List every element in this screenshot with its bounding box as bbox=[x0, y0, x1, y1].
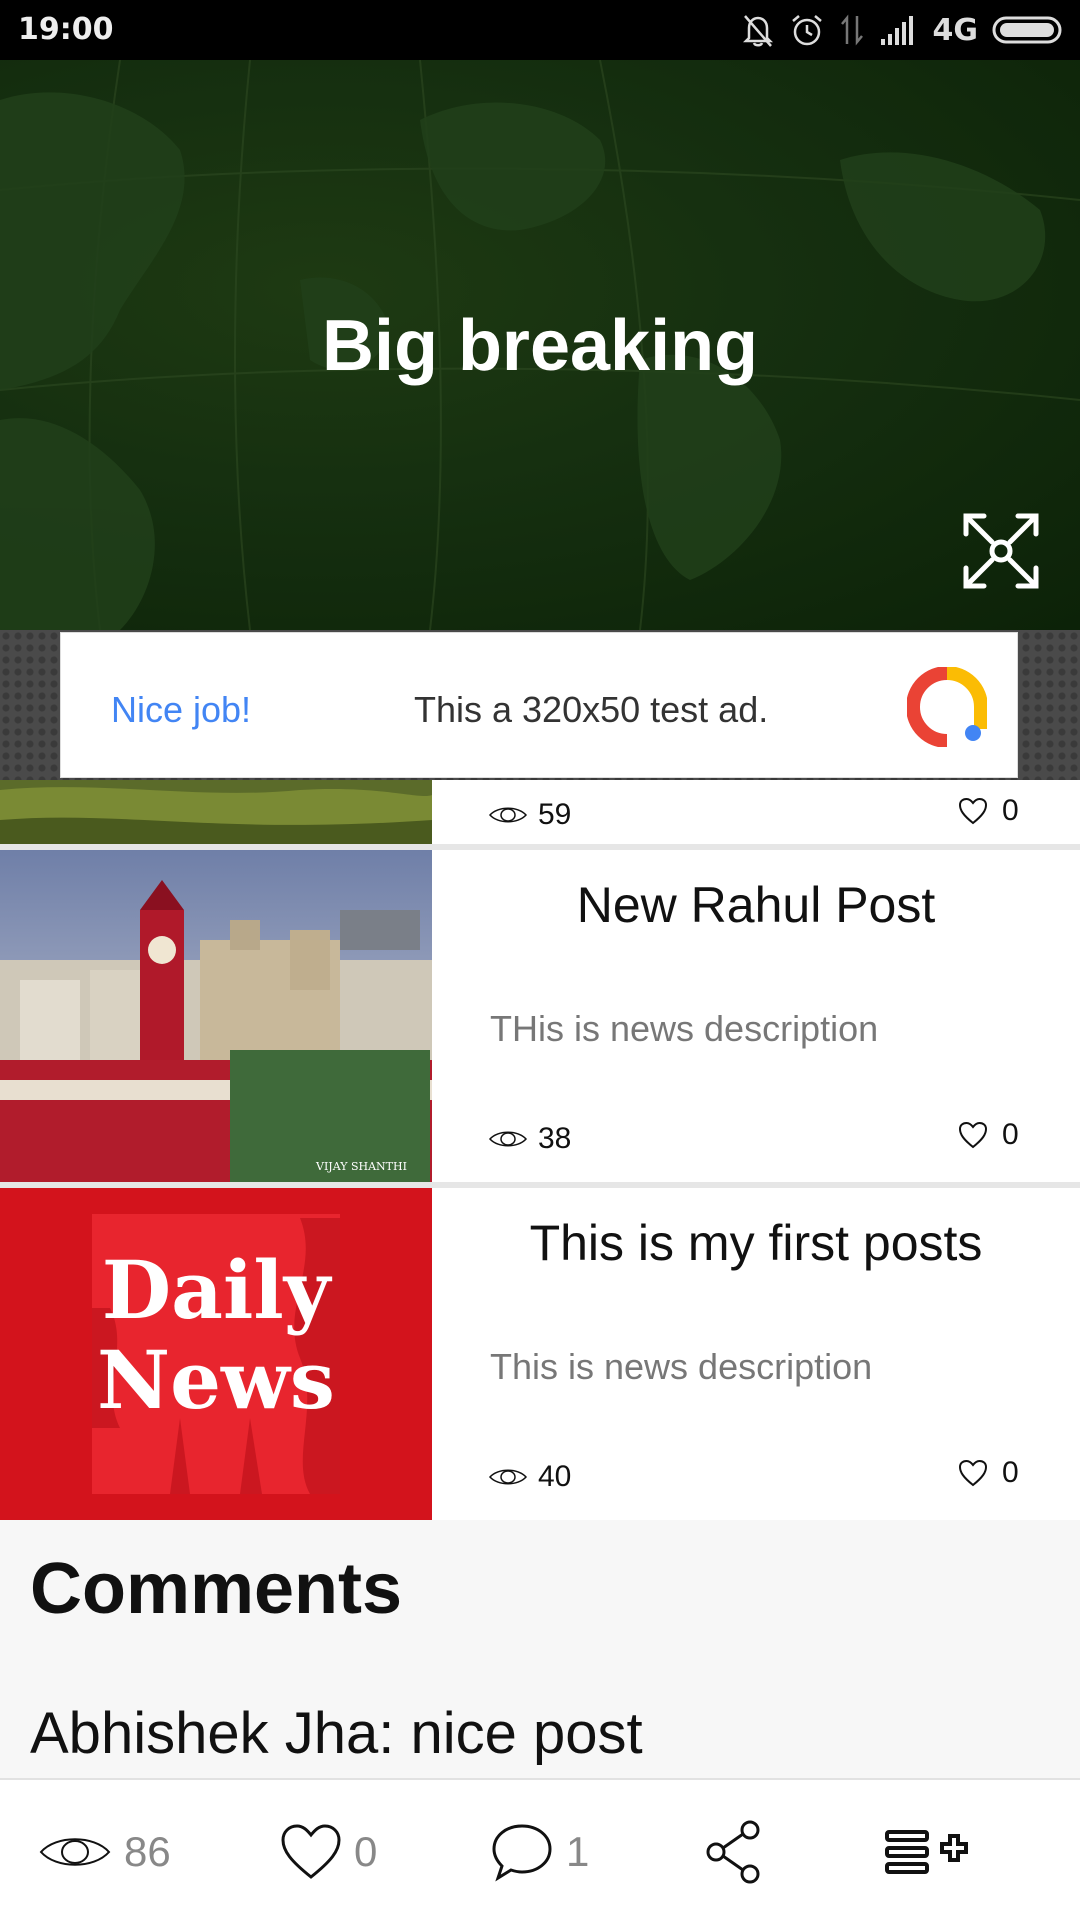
bottom-action-bar: 86 0 1 bbox=[0, 1778, 1080, 1920]
views-count: 59 bbox=[538, 798, 572, 831]
share-icon[interactable] bbox=[704, 1820, 764, 1884]
news-thumbnail: VIJAY SHANTHI bbox=[0, 850, 432, 1182]
news-item[interactable]: VIJAY SHANTHI New Rahul Post THis is new… bbox=[0, 850, 1080, 1188]
playlist-add-icon[interactable] bbox=[884, 1826, 976, 1878]
expand-icon[interactable] bbox=[958, 508, 1044, 594]
news-item[interactable]: 59 0 bbox=[0, 780, 1080, 850]
views-count: 40 bbox=[538, 1460, 572, 1493]
status-time: 19:00 bbox=[18, 12, 114, 47]
comment-text: nice post bbox=[410, 1701, 643, 1766]
eye-icon bbox=[488, 1131, 528, 1147]
heart-icon[interactable] bbox=[280, 1823, 342, 1881]
news-description: THis is news description bbox=[490, 1008, 879, 1049]
heart-icon[interactable] bbox=[958, 1121, 988, 1149]
news-thumbnail: Daily News bbox=[0, 1188, 432, 1520]
status-icons: 4G bbox=[741, 8, 1067, 52]
comment-item: Abhishek Jha: nice post bbox=[30, 1700, 643, 1767]
share-button[interactable] bbox=[704, 1818, 764, 1886]
likes-meta[interactable]: 0 bbox=[958, 794, 1019, 828]
heart-icon[interactable] bbox=[958, 1459, 988, 1487]
views-count: 86 bbox=[124, 1828, 171, 1875]
eye-icon bbox=[488, 1469, 528, 1485]
eye-icon bbox=[488, 807, 528, 823]
data-arrows-icon bbox=[840, 14, 863, 46]
views-meta: 59 bbox=[488, 798, 571, 832]
signal-icon bbox=[880, 16, 913, 45]
news-thumbnail bbox=[0, 780, 432, 844]
alarm-icon bbox=[791, 15, 822, 46]
add-to-list-button[interactable] bbox=[884, 1818, 976, 1886]
daily-news-logo-line2: News bbox=[97, 1333, 335, 1427]
daily-news-logo-line1: Daily bbox=[102, 1243, 333, 1337]
likes-count: 0 bbox=[1002, 1456, 1019, 1489]
hero-banner: Big breaking bbox=[0, 60, 1080, 630]
bell-off-icon bbox=[742, 15, 773, 47]
news-item[interactable]: Daily News This is my first posts This i… bbox=[0, 1188, 1080, 1526]
comment-author: Abhishek Jha: bbox=[30, 1701, 395, 1766]
views-meta: 38 bbox=[488, 1122, 571, 1156]
comments-heading: Comments bbox=[30, 1549, 403, 1629]
ad-banner[interactable]: Nice job! This a 320x50 test ad. bbox=[60, 632, 1018, 778]
ad-headline: Nice job! bbox=[111, 689, 252, 730]
admob-logo-icon bbox=[907, 667, 987, 747]
ad-text: This a 320x50 test ad. bbox=[414, 689, 769, 730]
comment-icon[interactable] bbox=[490, 1822, 554, 1882]
comments-section: Comments Abhishek Jha: nice post bbox=[0, 1520, 1080, 1780]
views-count: 38 bbox=[538, 1122, 572, 1155]
comment-button[interactable]: 1 bbox=[490, 1818, 589, 1886]
likes-meta[interactable]: 0 bbox=[958, 1456, 1019, 1490]
likes-count: 0 bbox=[1002, 794, 1019, 827]
battery-icon bbox=[992, 16, 1062, 44]
news-title: This is my first posts bbox=[529, 1215, 983, 1271]
likes-meta[interactable]: 0 bbox=[958, 1118, 1019, 1152]
heart-icon[interactable] bbox=[958, 797, 988, 825]
news-description: This is news description bbox=[490, 1346, 873, 1387]
views-stat: 86 bbox=[38, 1818, 171, 1886]
like-button[interactable]: 0 bbox=[280, 1818, 377, 1886]
image-caption: VIJAY SHANTHI bbox=[315, 1160, 407, 1173]
eye-icon bbox=[39, 1838, 111, 1866]
comments-count: 1 bbox=[566, 1828, 590, 1875]
news-title: New Rahul Post bbox=[576, 877, 936, 933]
status-bar: 19:00 4G bbox=[0, 0, 1080, 60]
hero-title: Big breaking bbox=[321, 306, 759, 386]
views-meta: 40 bbox=[488, 1460, 571, 1494]
likes-count: 0 bbox=[354, 1828, 378, 1875]
likes-count: 0 bbox=[1002, 1118, 1019, 1151]
network-type: 4G bbox=[932, 12, 979, 48]
